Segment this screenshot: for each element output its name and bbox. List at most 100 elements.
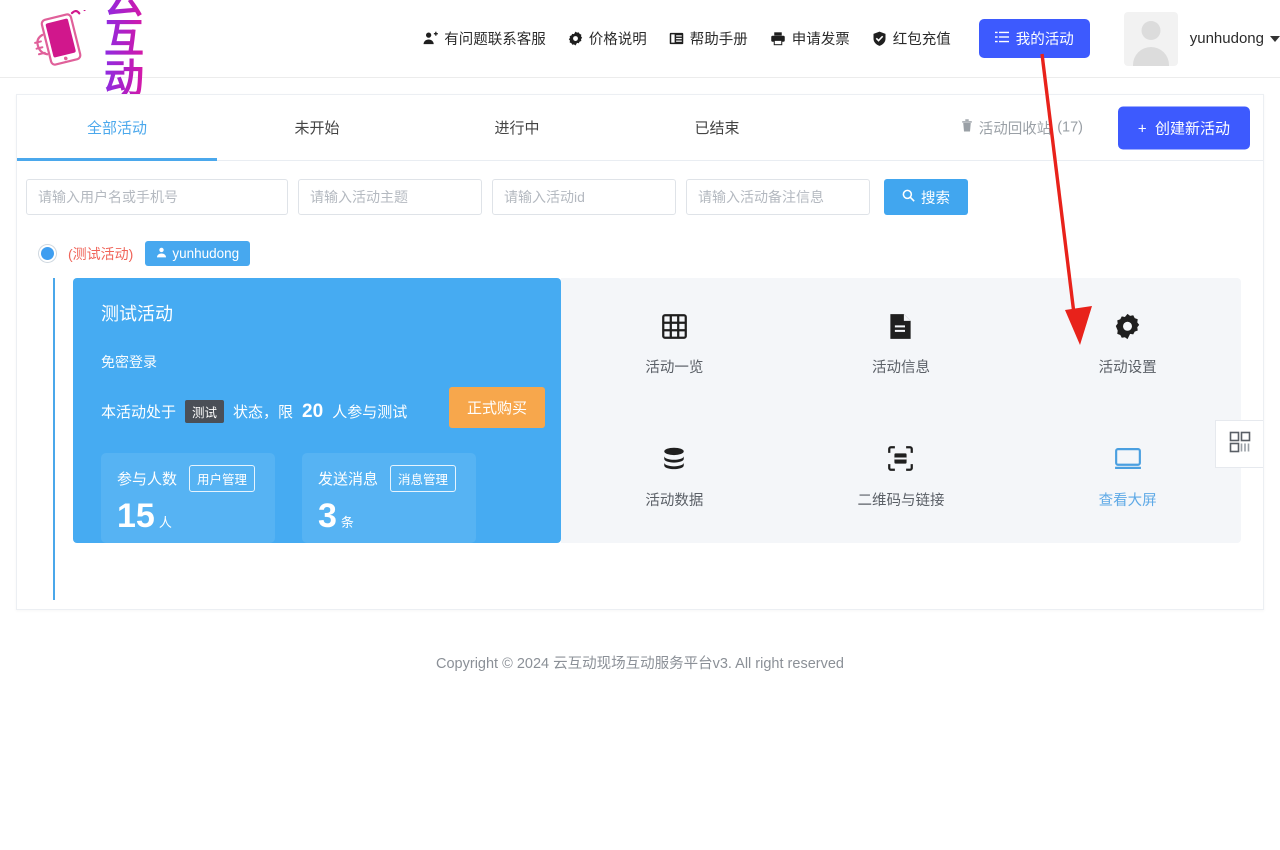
- activity-owner-label: yunhudong: [172, 246, 240, 261]
- activity-card: 测试活动 免密登录 本活动处于 测试 状态，限 20 人参与测试 正式购买 参与…: [73, 278, 1241, 543]
- list-icon: [994, 30, 1009, 48]
- stat-messages: 发送消息 消息管理 3条: [302, 453, 476, 543]
- user-management-button[interactable]: 用户管理: [189, 465, 256, 492]
- message-management-button[interactable]: 消息管理: [390, 465, 457, 492]
- tab-label: 未开始: [294, 120, 340, 137]
- tab-not-started[interactable]: 未开始: [217, 95, 417, 160]
- status-badge: 测试: [185, 400, 225, 423]
- action-activity-data[interactable]: 活动数据: [561, 444, 788, 510]
- nav-request-invoice[interactable]: 申请发票: [770, 28, 850, 49]
- tab-label: 全部活动: [86, 120, 147, 137]
- create-activity-label: 创建新活动: [1154, 120, 1230, 137]
- status-suffix: 人参与测试: [332, 404, 408, 421]
- action-label: 查看大屏: [1098, 492, 1157, 509]
- nav-recharge[interactable]: 红包充值: [872, 28, 951, 49]
- nav-help-manual[interactable]: 帮助手册: [669, 28, 748, 49]
- gear-icon: [1114, 311, 1141, 341]
- my-activity-label: 我的活动: [1015, 32, 1074, 48]
- activity-tabs: 全部活动 未开始 进行中 已结束 活动回收站 (17) + 创建新活动: [17, 95, 1263, 161]
- create-activity-prefix: +: [1137, 120, 1147, 137]
- activity-subtitle: 免密登录: [101, 354, 157, 370]
- action-label: 活动信息: [871, 360, 930, 377]
- create-activity-button[interactable]: + 创建新活动: [1117, 106, 1250, 149]
- action-label: 活动数据: [645, 492, 704, 509]
- action-label: 活动一览: [645, 360, 704, 377]
- stat-value-wrap: 15 人: [117, 499, 259, 533]
- chevron-down-icon: [1270, 35, 1280, 42]
- purchase-button[interactable]: 正式购买: [448, 387, 545, 428]
- hand-phone-logo-icon: [26, 4, 100, 68]
- grid-icon: [661, 311, 688, 341]
- activity-title: 测试活动: [101, 304, 173, 324]
- nav-label: 有问题联系客服: [444, 32, 546, 48]
- action-label: 二维码与链接: [857, 492, 945, 509]
- copyright-text: Copyright © 2024 云互动现场互动服务平台v3. All righ…: [436, 656, 844, 672]
- action-qrcode-link[interactable]: 二维码与链接: [788, 444, 1015, 510]
- timeline-line: [53, 278, 55, 600]
- tab-label: 已结束: [694, 120, 740, 137]
- search-input-username[interactable]: [26, 179, 288, 215]
- search-input-topic[interactable]: [298, 179, 482, 215]
- tab-in-progress[interactable]: 进行中: [417, 95, 617, 160]
- user-name: yunhudong: [1189, 30, 1264, 47]
- header-nav: 有问题联系客服 价格说明 帮助手册 申请发票 红包充值 我的活动: [423, 19, 1090, 58]
- activity-owner-badge: yunhudong: [145, 241, 251, 266]
- person-icon: [156, 246, 167, 261]
- stat-participants: 参与人数 用户管理 15 人: [101, 453, 275, 543]
- tab-ended[interactable]: 已结束: [617, 95, 817, 160]
- stat-value: 3: [318, 497, 337, 535]
- logo[interactable]: 云互动: [26, 0, 151, 99]
- activity-tag: (测试活动): [68, 245, 134, 262]
- nav-price-info[interactable]: 价格说明: [568, 28, 647, 49]
- nav-label: 价格说明: [588, 32, 647, 48]
- stat-label: 发送消息: [318, 471, 379, 488]
- action-view-bigscreen[interactable]: 查看大屏: [1014, 444, 1241, 510]
- printer-icon: [770, 31, 786, 46]
- shield-check-icon: [872, 31, 887, 46]
- tab-all-activities[interactable]: 全部活动: [17, 95, 217, 161]
- database-icon: [661, 444, 687, 474]
- my-activity-button[interactable]: 我的活动: [978, 19, 1090, 58]
- status-prefix: 本活动处于: [101, 404, 177, 421]
- qr-scan-icon: [887, 444, 914, 474]
- user-name-wrap[interactable]: yunhudong: [1190, 30, 1280, 47]
- stat-value: 15: [117, 497, 155, 535]
- nav-label: 帮助手册: [689, 32, 748, 48]
- activity-actions-grid: 活动一览 活动信息 活动设置 活动数据 二维码与链接 查看大屏: [561, 278, 1241, 543]
- action-activity-info[interactable]: 活动信息: [788, 311, 1015, 377]
- activity-timeline-body: 测试活动 免密登录 本活动处于 测试 状态，限 20 人参与测试 正式购买 参与…: [17, 278, 1263, 600]
- qr-code-icon: [1228, 430, 1252, 459]
- logo-text: 云互动: [104, 0, 151, 99]
- nav-label: 申请发票: [791, 32, 850, 48]
- recycle-bin-count: (17): [1057, 119, 1083, 136]
- nav-label: 红包充值: [892, 32, 951, 48]
- activity-stats: 参与人数 用户管理 15 人 发送消息 消息管理 3条: [101, 453, 533, 543]
- stat-label: 参与人数: [117, 471, 178, 488]
- document-icon: [888, 311, 913, 341]
- contact-support-icon: [423, 31, 439, 46]
- recycle-bin-label: 活动回收站: [978, 121, 1052, 137]
- action-activity-settings[interactable]: 活动设置: [1014, 311, 1241, 377]
- search-bar: 搜索: [17, 161, 1263, 215]
- action-label: 活动设置: [1098, 360, 1157, 377]
- search-input-remark[interactable]: [686, 179, 870, 215]
- status-limit-number: 20: [302, 400, 324, 422]
- app-header: 云互动 有问题联系客服 价格说明: [0, 0, 1280, 99]
- tab-label: 进行中: [494, 120, 540, 137]
- trash-icon: [961, 119, 973, 137]
- stat-value-wrap: 3条: [318, 499, 460, 533]
- search-button[interactable]: 搜索: [884, 179, 968, 215]
- action-activity-overview[interactable]: 活动一览: [561, 311, 788, 377]
- qrcode-side-tab[interactable]: [1215, 420, 1263, 468]
- book-icon: [669, 31, 684, 46]
- activity-status-line: 本活动处于 测试 状态，限 20 人参与测试 正式购买: [101, 387, 545, 428]
- timeline-dot-icon: [39, 245, 56, 262]
- footer: Copyright © 2024 云互动现场互动服务平台v3. All righ…: [0, 652, 1280, 673]
- user-menu[interactable]: yunhudong: [1123, 11, 1280, 66]
- recycle-bin-link[interactable]: 活动回收站 (17): [961, 117, 1083, 138]
- nav-contact-support[interactable]: 有问题联系客服: [423, 28, 546, 49]
- search-input-activity-id[interactable]: [492, 179, 676, 215]
- activity-timeline-head: (测试活动) yunhudong: [17, 215, 1263, 266]
- search-button-label: 搜索: [921, 190, 950, 207]
- activity-summary-card: 测试活动 免密登录 本活动处于 测试 状态，限 20 人参与测试 正式购买 参与…: [73, 278, 561, 543]
